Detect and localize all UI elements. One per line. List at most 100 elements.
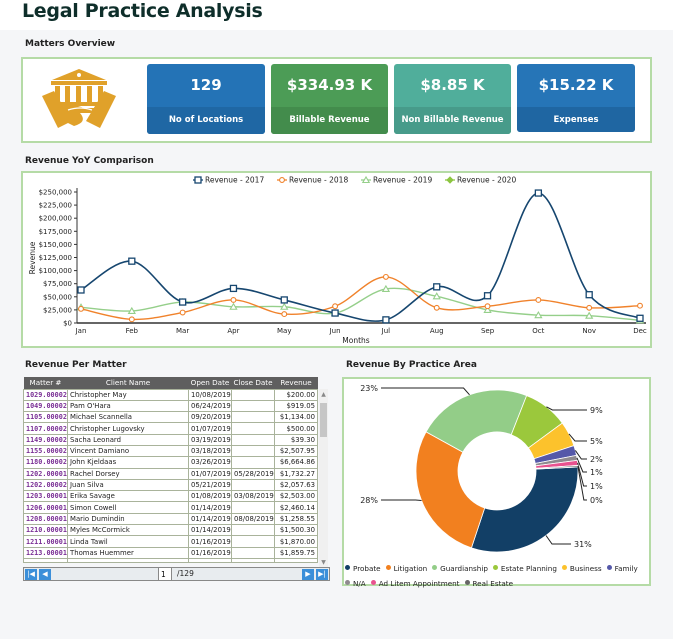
client-name-cell: Mario Dumindin bbox=[67, 512, 189, 526]
close-date-cell: 08/08/2019 bbox=[231, 512, 275, 526]
legend-marker bbox=[194, 176, 202, 184]
data-point bbox=[178, 298, 187, 306]
leader-line bbox=[545, 535, 571, 545]
next-page-button[interactable]: ▶ bbox=[302, 569, 314, 580]
page-number-input[interactable] bbox=[158, 568, 172, 580]
legend-item[interactable]: Business bbox=[561, 563, 602, 575]
table-row[interactable]: 1202.00002 Juan Silva 05/21/2019 $2,057.63 bbox=[23, 478, 318, 492]
donut-slice[interactable] bbox=[470, 466, 579, 553]
matter-number-cell[interactable]: 1206.00001 bbox=[23, 501, 68, 514]
legend-item[interactable]: Litigation bbox=[385, 563, 427, 575]
legend-item[interactable]: Probate bbox=[345, 563, 381, 575]
legend-item[interactable]: Real Estate bbox=[464, 578, 513, 590]
last-page-icon: ▶| bbox=[318, 570, 326, 578]
column-header[interactable]: Revenue bbox=[274, 377, 318, 389]
table-row[interactable]: 1049.00002 Pam O'Hara 06/24/2019 $919.05 bbox=[23, 399, 318, 413]
column-header[interactable]: Open Date bbox=[188, 377, 232, 389]
scroll-down-icon[interactable]: ▼ bbox=[320, 559, 327, 566]
scroll-thumb[interactable] bbox=[320, 403, 327, 437]
legend-dot-icon bbox=[385, 565, 391, 570]
matter-number-cell[interactable]: 1180.00002 bbox=[23, 456, 68, 469]
matter-number-cell[interactable]: 1107.00002 bbox=[23, 422, 68, 435]
empty-cell bbox=[274, 557, 318, 563]
kpi-value: 129 bbox=[190, 76, 222, 94]
table-row[interactable]: 1149.00002 Sacha Leonard 03/19/2019 $39.30 bbox=[23, 433, 318, 446]
revenue-cell: $1,134.00 bbox=[274, 411, 318, 424]
open-date-cell: 03/18/2019 bbox=[188, 444, 232, 458]
kpi-tile[interactable]: $334.93 K Billable Revenue bbox=[271, 64, 388, 134]
matter-number-cell[interactable]: 1105.00002 bbox=[23, 411, 68, 424]
close-date-cell: 03/08/2019 bbox=[231, 490, 275, 503]
legend-item[interactable]: N/A bbox=[345, 578, 366, 590]
matter-number-cell[interactable]: 1029.00002 bbox=[23, 388, 68, 401]
matter-number-cell[interactable]: 1203.00001 bbox=[23, 490, 68, 503]
legend-item[interactable]: Ad Litem Appointment bbox=[370, 578, 460, 590]
revenue-cell: $1,870.00 bbox=[274, 535, 318, 548]
kpi-tile[interactable]: $8.85 K Non Billable Revenue bbox=[394, 64, 511, 134]
table-row[interactable]: 1029.00002 Christopher May 10/08/2019 $200.… bbox=[23, 388, 318, 401]
matter-number-cell[interactable]: 1202.00002 bbox=[23, 478, 68, 492]
column-header[interactable]: Matter # bbox=[23, 377, 68, 389]
table-row-partial bbox=[23, 557, 318, 563]
leader-line bbox=[381, 387, 470, 396]
x-tick-label: Jan bbox=[75, 327, 87, 335]
x-tick-label: Dec bbox=[633, 327, 647, 335]
table-row[interactable]: 1213.00001 Thomas Huemmer 01/16/2019 $1,859… bbox=[23, 546, 318, 559]
table-row[interactable]: 1107.00002 Christopher Lugovsky 01/07/2019… bbox=[23, 422, 318, 435]
kpi-value: $8.85 K bbox=[420, 76, 485, 94]
revenue-cell: $500.00 bbox=[274, 422, 318, 435]
client-name-cell: Rachel Dorsey bbox=[67, 467, 189, 480]
matter-number-cell[interactable]: 1149.00002 bbox=[23, 433, 68, 446]
table-row[interactable]: 1208.00001 Mario Dumindin 01/14/2019 08/08/… bbox=[23, 512, 318, 526]
client-name-cell: Juan Silva bbox=[67, 478, 189, 492]
vertical-scrollbar[interactable]: ▲ ▼ bbox=[319, 389, 328, 568]
revenue-per-matter-title: Revenue Per Matter bbox=[25, 360, 127, 370]
matter-number-cell[interactable]: 1213.00001 bbox=[23, 546, 68, 559]
open-date-cell: 01/08/2019 bbox=[188, 490, 232, 503]
close-date-cell bbox=[231, 524, 275, 537]
next-page-icon: ▶ bbox=[305, 570, 311, 578]
matter-number-cell[interactable]: 1208.00001 bbox=[23, 512, 68, 526]
x-tick-label: May bbox=[277, 327, 291, 335]
legend-dot-icon bbox=[345, 580, 350, 585]
table-row[interactable]: 1202.00001 Rachel Dorsey 01/07/2019 05/28/2… bbox=[23, 467, 318, 480]
legend-item[interactable]: Guardianship bbox=[432, 563, 488, 575]
scroll-up-icon[interactable]: ▲ bbox=[320, 391, 327, 398]
kpi-tile[interactable]: 129 No of Locations bbox=[147, 64, 265, 134]
close-date-cell bbox=[231, 478, 275, 492]
revenue-per-matter-grid: Matter # Client Name Open Date Close Date Re… bbox=[23, 377, 329, 568]
data-point bbox=[179, 309, 186, 316]
table-row[interactable]: 1180.00002 John Kjeldaas 03/26/2019 $6,664.… bbox=[23, 456, 318, 469]
last-page-button[interactable]: ▶| bbox=[316, 569, 328, 580]
matter-number-cell[interactable]: 1202.00001 bbox=[23, 467, 68, 480]
table-row[interactable]: 1211.00001 Linda Tawil 01/16/2019 $1,870.00 bbox=[23, 535, 318, 548]
legend-item[interactable]: Family bbox=[606, 563, 638, 575]
matter-number-cell[interactable]: 1049.00002 bbox=[23, 399, 68, 413]
table-row[interactable]: 1203.00001 Erika Savage 01/08/2019 03/08/20… bbox=[23, 490, 318, 503]
table-row[interactable]: 1206.00001 Simon Cowell 01/14/2019 $2,460.1… bbox=[23, 501, 318, 514]
legend-marker bbox=[279, 177, 285, 183]
table-row[interactable]: 1210.00001 Myles McCormick 01/14/2019 $1,50… bbox=[23, 524, 318, 537]
practice-area-legend: Probate Litigation Guardianship Estate Plan… bbox=[345, 560, 647, 590]
column-header[interactable]: Close Date bbox=[231, 377, 275, 389]
matter-number-cell[interactable]: 1211.00001 bbox=[23, 535, 68, 548]
matter-number-cell[interactable]: 1155.00002 bbox=[23, 444, 68, 458]
matter-number-cell[interactable]: 1210.00001 bbox=[23, 524, 68, 537]
first-page-button[interactable]: |◀ bbox=[25, 569, 37, 580]
table-row[interactable]: 1105.00002 Michael Scannella 09/20/2019 $1,… bbox=[23, 411, 318, 424]
x-tick-label: Sep bbox=[481, 327, 495, 335]
open-date-cell: 01/16/2019 bbox=[188, 535, 232, 548]
column-header[interactable]: Client Name bbox=[67, 377, 189, 389]
client-name-cell: Linda Tawil bbox=[67, 535, 189, 548]
kpi-tile[interactable]: $15.22 K Expenses bbox=[517, 64, 635, 132]
page-title: Legal Practice Analysis bbox=[22, 0, 263, 22]
prev-page-button[interactable]: ◀ bbox=[39, 569, 51, 580]
legend-label: Probate bbox=[353, 564, 381, 573]
client-name-cell: Christopher May bbox=[67, 388, 189, 401]
legend-item[interactable]: Estate Planning bbox=[492, 563, 557, 575]
close-date-cell bbox=[231, 456, 275, 469]
kpi-value: $15.22 K bbox=[538, 76, 614, 94]
donut-slice[interactable] bbox=[415, 431, 486, 549]
table-row[interactable]: 1155.00002 Vincent Damiano 03/18/2019 $2,50… bbox=[23, 444, 318, 458]
open-date-cell: 05/21/2019 bbox=[188, 478, 232, 492]
